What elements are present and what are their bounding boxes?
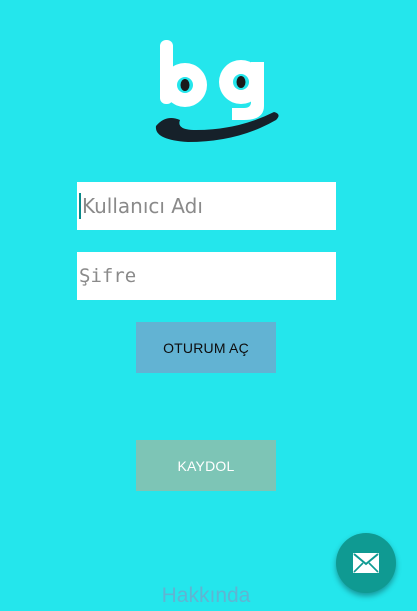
- mail-fab-button[interactable]: [336, 533, 396, 593]
- app-logo: [148, 36, 284, 146]
- login-button-label: OTURUM AÇ: [163, 339, 249, 356]
- login-button[interactable]: OTURUM AÇ: [136, 322, 276, 373]
- bg-logo-icon: [155, 40, 279, 142]
- username-placeholder: Kullanıcı Adı: [82, 194, 203, 218]
- text-cursor: [79, 193, 81, 219]
- password-placeholder: Şifre: [79, 265, 137, 287]
- mail-icon: [353, 553, 379, 573]
- username-input[interactable]: Kullanıcı Adı: [77, 182, 336, 230]
- register-button-label: KAYDOL: [177, 457, 235, 474]
- password-input[interactable]: Şifre: [77, 252, 336, 300]
- register-button[interactable]: KAYDOL: [136, 440, 276, 491]
